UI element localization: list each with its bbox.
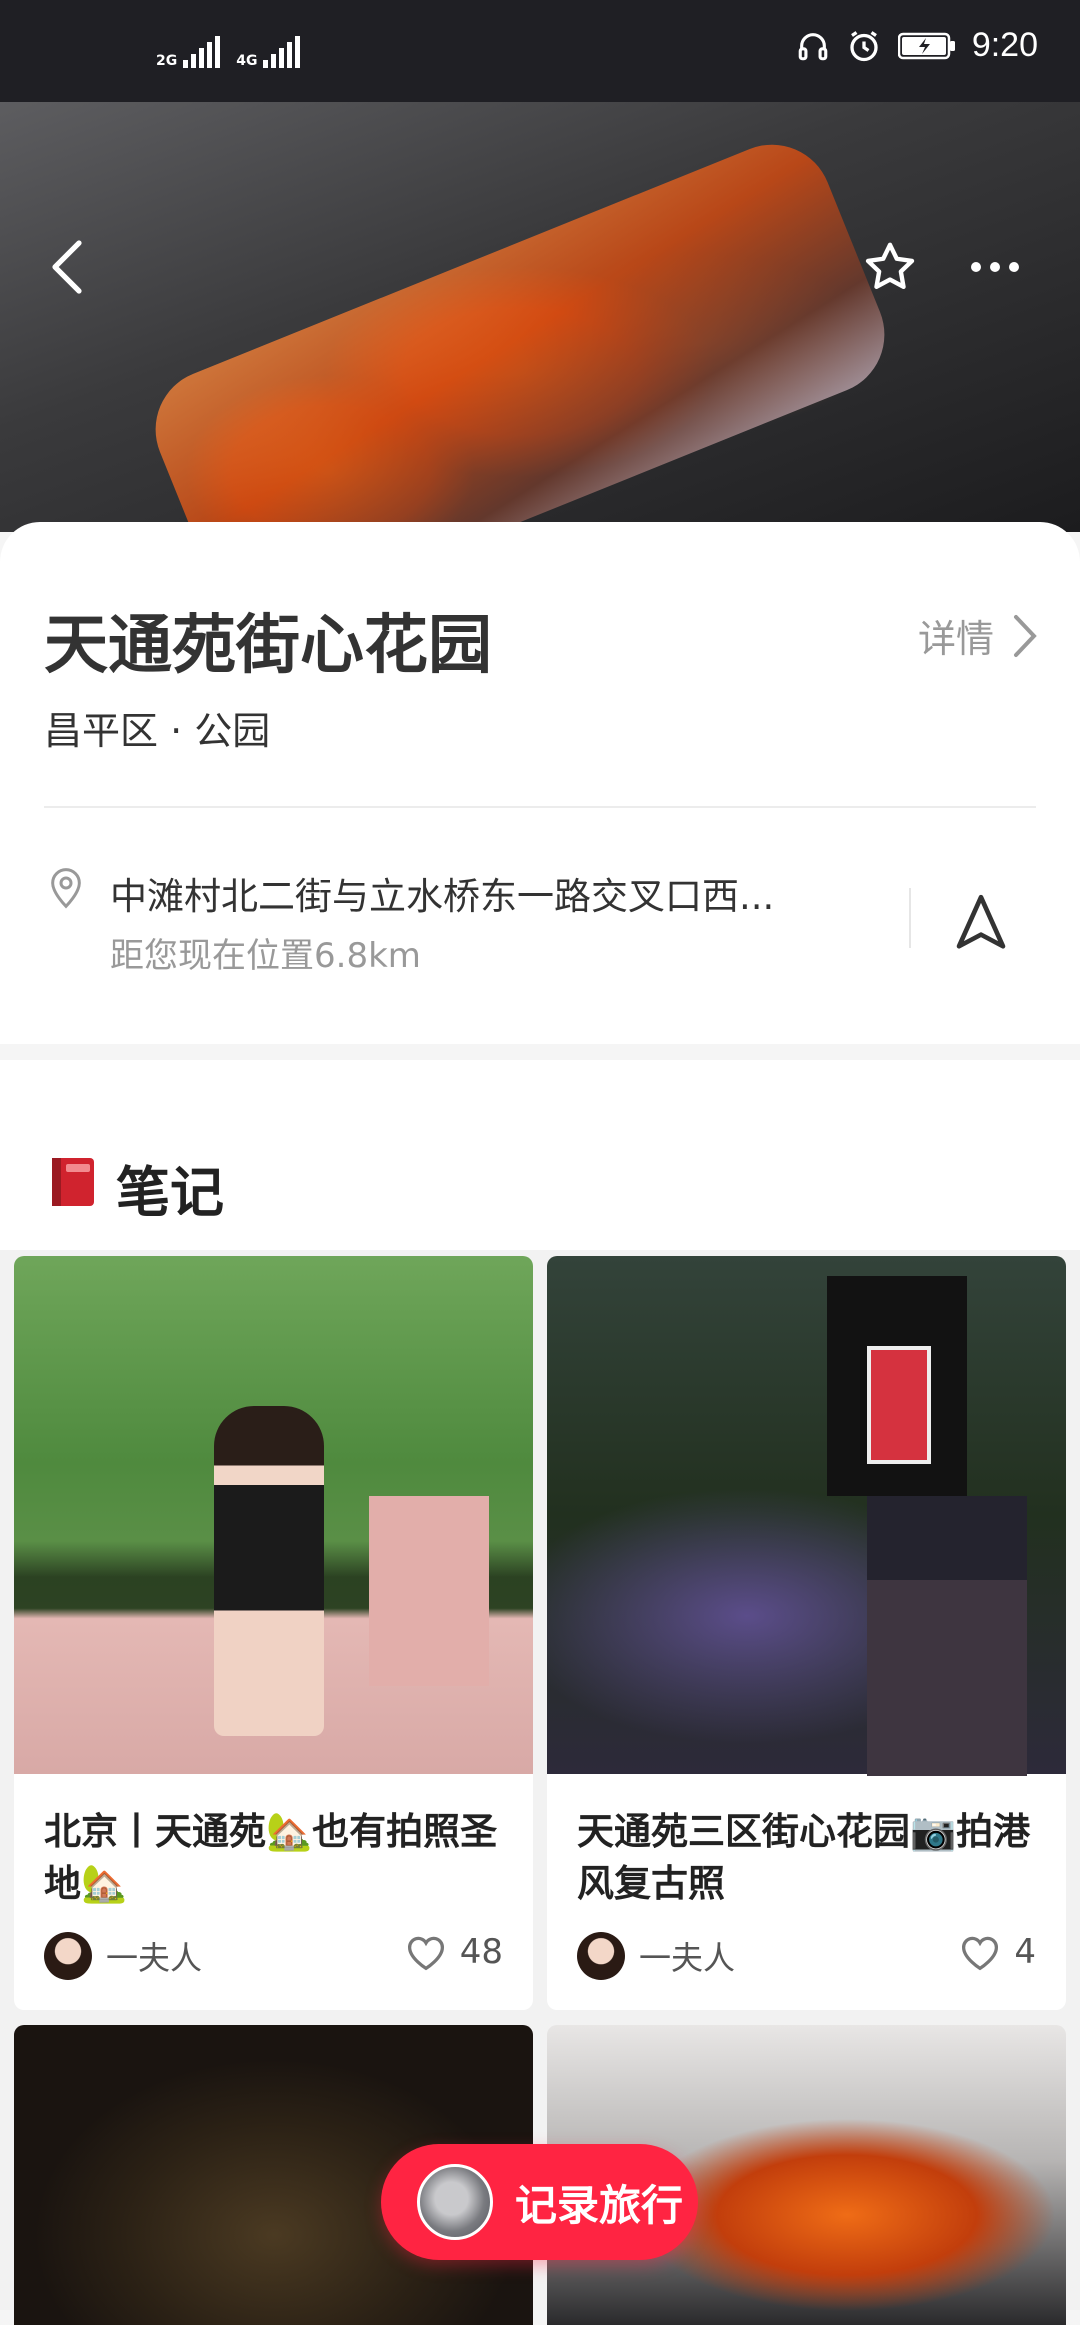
address-text[interactable]: 中滩村北二街与立水桥东一路交叉口西... bbox=[110, 866, 774, 920]
book-icon bbox=[52, 1158, 94, 1206]
back-button[interactable] bbox=[32, 232, 102, 302]
hero-photo bbox=[137, 126, 903, 532]
note-title: 北京丨天通苑🏡也有拍照圣地🏡 bbox=[44, 1810, 498, 1905]
note-author[interactable]: 一夫人 bbox=[44, 1932, 202, 1980]
place-category: 昌平区 · 公园 bbox=[44, 709, 271, 753]
record-trip-label: 记录旅行 bbox=[515, 2180, 684, 2230]
status-bar: 2G 4G 9:20 bbox=[0, 0, 1080, 102]
clock: 9:20 bbox=[971, 26, 1038, 64]
author-name: 一夫人 bbox=[639, 1939, 736, 1977]
note-card[interactable]: 天通苑三区街心花园📷拍港风复古照 一夫人 4 bbox=[547, 1256, 1066, 2010]
heart-icon bbox=[407, 1936, 444, 1971]
signal-2g: 2G bbox=[156, 36, 221, 69]
note-card[interactable]: 北京丨天通苑🏡也有拍照圣地🏡 一夫人 48 bbox=[14, 1256, 533, 2010]
location-pin-icon bbox=[51, 868, 81, 909]
distance-text: 距您现在位置6.8km bbox=[110, 936, 421, 976]
signal-bars-icon bbox=[183, 36, 221, 68]
heart-icon bbox=[962, 1936, 999, 1971]
navigation-icon[interactable] bbox=[950, 892, 1012, 954]
chevron-right-icon bbox=[1014, 614, 1037, 657]
like-count: 4 bbox=[1014, 1932, 1036, 1972]
battery-icon bbox=[897, 32, 955, 59]
status-right: 9:20 bbox=[796, 26, 1038, 65]
more-button[interactable] bbox=[960, 232, 1030, 302]
alarm-icon bbox=[850, 30, 878, 61]
hero-image bbox=[0, 102, 1080, 532]
favorite-button[interactable] bbox=[855, 232, 925, 302]
place-title: 天通苑街心花园 bbox=[44, 609, 492, 683]
detail-label: 详情 bbox=[917, 617, 994, 661]
signal-4g: 4G bbox=[236, 36, 301, 69]
note-cover-image bbox=[14, 1256, 533, 1774]
avatar bbox=[577, 1932, 625, 1980]
network-type-1: 2G bbox=[156, 53, 178, 69]
like-button[interactable]: 48 bbox=[404, 1932, 503, 1972]
signal-indicators: 2G 4G bbox=[156, 36, 301, 69]
star-icon bbox=[865, 242, 915, 289]
photo-detail bbox=[369, 1496, 489, 1686]
more-dots-icon bbox=[971, 262, 1019, 272]
author-name: 一夫人 bbox=[106, 1939, 203, 1977]
headphones-icon bbox=[798, 32, 828, 60]
like-button[interactable]: 4 bbox=[958, 1932, 1036, 1972]
avatar bbox=[417, 2164, 493, 2240]
detail-link[interactable]: 详情 bbox=[918, 608, 1038, 663]
note-title: 天通苑三区街心花园📷拍港风复古照 bbox=[577, 1810, 1031, 1905]
note-cover-image bbox=[547, 1256, 1066, 1776]
photo-detail bbox=[867, 1496, 1027, 1776]
like-count: 48 bbox=[459, 1932, 503, 1972]
avatar bbox=[44, 1932, 92, 1980]
notes-title: 笔记 bbox=[116, 1161, 224, 1224]
chevron-left-icon bbox=[52, 240, 82, 294]
photo-detail bbox=[867, 1346, 931, 1464]
divider bbox=[44, 806, 1036, 808]
note-author[interactable]: 一夫人 bbox=[577, 1932, 735, 1980]
signal-bars-icon bbox=[263, 36, 301, 68]
notes-section-header: 笔记 bbox=[0, 1060, 1080, 1250]
network-type-2: 4G bbox=[236, 53, 258, 69]
record-trip-button[interactable]: 记录旅行 bbox=[381, 2144, 698, 2260]
divider bbox=[909, 888, 911, 948]
place-info-card: 天通苑街心花园 详情 昌平区 · 公园 中滩村北二街与立水桥东一路交叉口西...… bbox=[0, 522, 1080, 1044]
photo-detail bbox=[214, 1406, 324, 1736]
